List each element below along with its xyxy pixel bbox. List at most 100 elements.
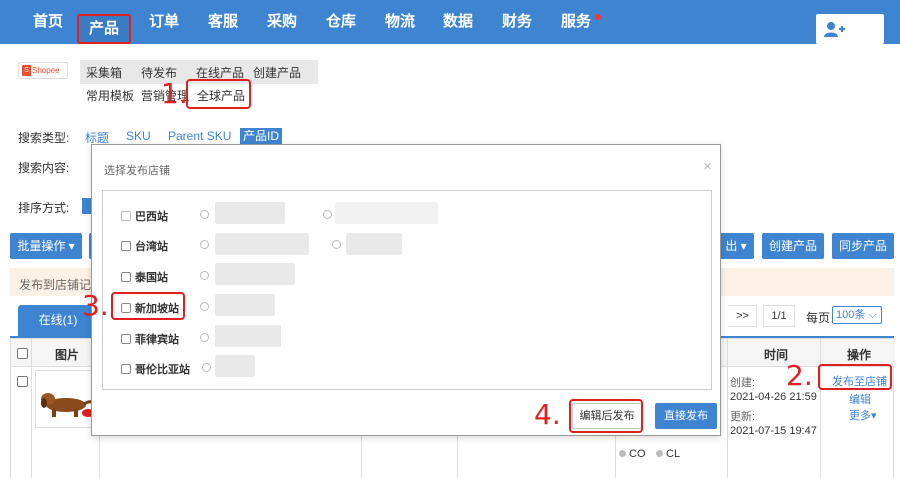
updated-label: 更新:	[730, 411, 756, 423]
shopee-platform-badge[interactable]: Shopee	[18, 62, 68, 79]
annotation-box	[111, 292, 185, 320]
created-label: 创建:	[730, 377, 756, 389]
annotation-box	[569, 399, 643, 433]
chevron-down-icon: ⌵	[865, 309, 877, 321]
filter-product-id[interactable]: 产品ID	[240, 128, 283, 144]
annotation-number: 2.	[786, 359, 813, 392]
caret-down-icon: ▾	[871, 410, 877, 422]
store-radio[interactable]	[200, 271, 209, 280]
export-button[interactable]: 出 ▾	[718, 233, 754, 259]
product-image-dog-toy	[41, 393, 96, 417]
updated-time: 2021-07-15 19:47	[730, 425, 817, 437]
store-name-redacted	[335, 202, 438, 224]
site-checkbox[interactable]	[121, 364, 131, 374]
product-thumbnail[interactable]	[35, 370, 97, 428]
nav-warehouse[interactable]: 仓库	[321, 0, 361, 44]
site-checkbox[interactable]	[121, 334, 131, 344]
site-label: 哥伦比亚站	[135, 364, 190, 376]
subtab-collection-box[interactable]: 采集箱	[86, 64, 122, 81]
site-chip-co: CO	[619, 448, 646, 460]
user-menu[interactable]	[816, 14, 884, 44]
subtab-templates[interactable]: 常用模板	[86, 87, 134, 104]
per-page-value: 100条	[836, 309, 866, 321]
site-label: 泰国站	[135, 272, 168, 284]
sort-label: 排序方式:	[18, 201, 70, 215]
add-user-icon	[824, 22, 845, 37]
batch-actions-button[interactable]: 批量操作 ▾	[10, 233, 82, 259]
store-radio[interactable]	[200, 210, 209, 219]
site-label: 巴西站	[135, 211, 168, 223]
header-image: 图片	[55, 348, 80, 362]
nav-data[interactable]: 数据	[438, 0, 478, 44]
caret-down-icon: ▾	[737, 239, 747, 253]
site-colombia[interactable]: 哥伦比亚站	[121, 361, 190, 377]
site-checkbox[interactable]	[121, 241, 131, 251]
site-brazil[interactable]: 巴西站	[121, 208, 168, 224]
nav-home[interactable]: 首页	[28, 0, 68, 44]
store-radio[interactable]	[200, 302, 209, 311]
nav-orders[interactable]: 订单	[144, 0, 184, 44]
search-type-label: 搜索类型:	[18, 131, 70, 145]
annotation-number: 4.	[534, 398, 561, 431]
site-philippines[interactable]: 菲律宾站	[121, 331, 179, 347]
header-time: 时间	[764, 348, 789, 362]
nav-service[interactable]: 服务	[556, 0, 596, 44]
annotation-box	[186, 79, 251, 109]
site-taiwan[interactable]: 台湾站	[121, 238, 168, 254]
column-divider	[31, 339, 32, 478]
select-all-checkbox[interactable]	[17, 348, 28, 359]
top-navigation: 首页 产品 订单 客服 采购 仓库 物流 数据 财务 服务	[0, 0, 900, 44]
site-label: 台湾站	[135, 241, 168, 253]
edit-link[interactable]: 编辑	[849, 391, 871, 407]
site-label: 菲律宾站	[135, 334, 179, 346]
store-name-redacted	[215, 263, 295, 285]
store-radio[interactable]	[200, 333, 209, 342]
nav-purchase[interactable]: 采购	[262, 0, 302, 44]
per-page-select[interactable]: 100条 ⌵	[832, 306, 882, 324]
site-thailand[interactable]: 泰国站	[121, 269, 168, 285]
store-name-redacted	[215, 355, 255, 377]
nav-logistics[interactable]: 物流	[380, 0, 420, 44]
store-name-redacted	[215, 233, 309, 255]
more-label: 更多	[849, 410, 871, 422]
filter-parent-sku[interactable]: Parent SKU	[168, 129, 231, 143]
product-subtabs: Shopee 采集箱 待发布 在线产品 创建产品 常用模板 营销管理 全球产品	[10, 54, 890, 114]
filter-sku[interactable]: SKU	[126, 129, 151, 143]
site-checkbox[interactable]	[121, 272, 131, 282]
pager-next-button[interactable]: >>	[729, 305, 757, 327]
publish-directly-button[interactable]: 直接发布	[655, 403, 717, 429]
nav-customer-service[interactable]: 客服	[203, 0, 243, 44]
store-name-redacted	[215, 202, 285, 224]
subtab-create-product[interactable]: 创建产品	[253, 64, 301, 81]
search-content-label: 搜索内容:	[18, 161, 70, 175]
store-radio[interactable]	[202, 363, 211, 372]
caret-down-icon: ▾	[65, 239, 75, 253]
store-radio[interactable]	[332, 240, 341, 249]
pager-page-indicator: 1/1	[763, 305, 795, 327]
nav-finance[interactable]: 财务	[497, 0, 537, 44]
header-action: 操作	[847, 348, 872, 362]
dialog-title: 选择发布店铺	[104, 165, 170, 177]
create-product-button[interactable]: 创建产品	[762, 233, 824, 259]
annotation-box	[818, 364, 892, 390]
more-link[interactable]: 更多▾	[849, 407, 877, 423]
store-radio[interactable]	[323, 210, 332, 219]
annotation-number: 1.	[161, 77, 188, 110]
close-icon[interactable]: ×	[703, 158, 712, 175]
sync-product-button[interactable]: 同步产品	[832, 233, 894, 259]
annotation-number: 3.	[82, 289, 109, 322]
site-chip-cl: CL	[656, 448, 680, 460]
column-divider	[727, 339, 728, 478]
batch-actions-label: 批量操作	[17, 239, 66, 253]
row-checkbox[interactable]	[17, 376, 28, 387]
site-checkbox[interactable]	[121, 211, 131, 221]
column-divider	[820, 339, 821, 478]
store-name-redacted	[215, 294, 275, 316]
nav-products[interactable]: 产品	[77, 14, 131, 44]
created-time: 2021-04-26 21:59	[730, 391, 817, 403]
export-label: 出	[725, 239, 738, 253]
select-store-dialog: 选择发布店铺 × 巴西站 台湾站 泰国站 新加坡站 菲律宾站 哥伦比亚站 编辑后…	[91, 144, 721, 436]
store-radio[interactable]	[200, 240, 209, 249]
per-page-label: 每页	[806, 311, 831, 325]
store-list: 巴西站 台湾站 泰国站 新加坡站 菲律宾站 哥伦比亚站	[102, 190, 712, 390]
